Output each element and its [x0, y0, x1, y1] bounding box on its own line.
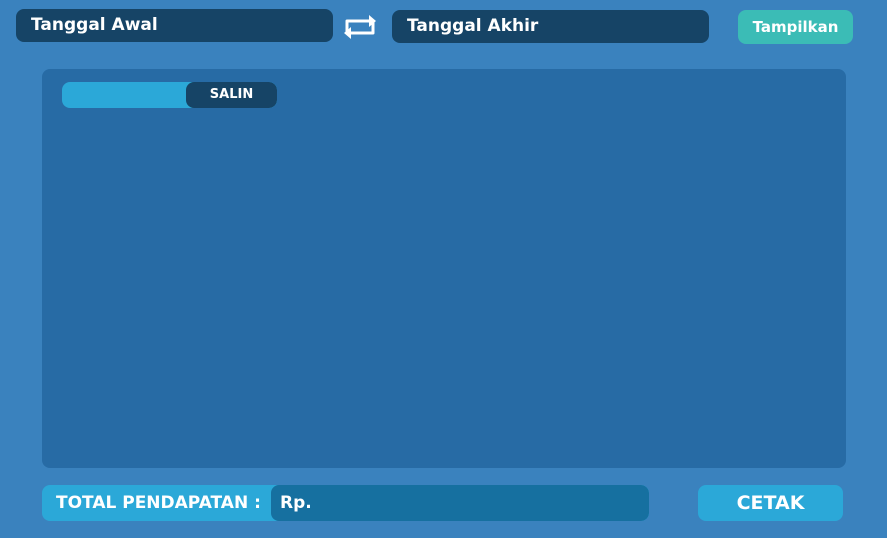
copy-button[interactable]: SALIN — [186, 82, 277, 108]
print-button[interactable]: CETAK — [698, 485, 843, 521]
report-panel: SALIN — [42, 69, 846, 468]
total-income-value: Rp. — [271, 485, 649, 521]
start-date-field[interactable]: Tanggal Awal — [16, 9, 333, 42]
total-income-label: TOTAL PENDAPATAN : — [56, 493, 261, 513]
end-date-field[interactable]: Tanggal Akhir — [392, 10, 709, 43]
copy-toolbar: SALIN — [62, 82, 277, 108]
swap-dates-button[interactable] — [342, 12, 378, 42]
swap-arrows-icon — [344, 15, 376, 39]
show-button[interactable]: Tampilkan — [738, 10, 853, 44]
total-income-bar: TOTAL PENDAPATAN : Rp. — [42, 485, 649, 521]
